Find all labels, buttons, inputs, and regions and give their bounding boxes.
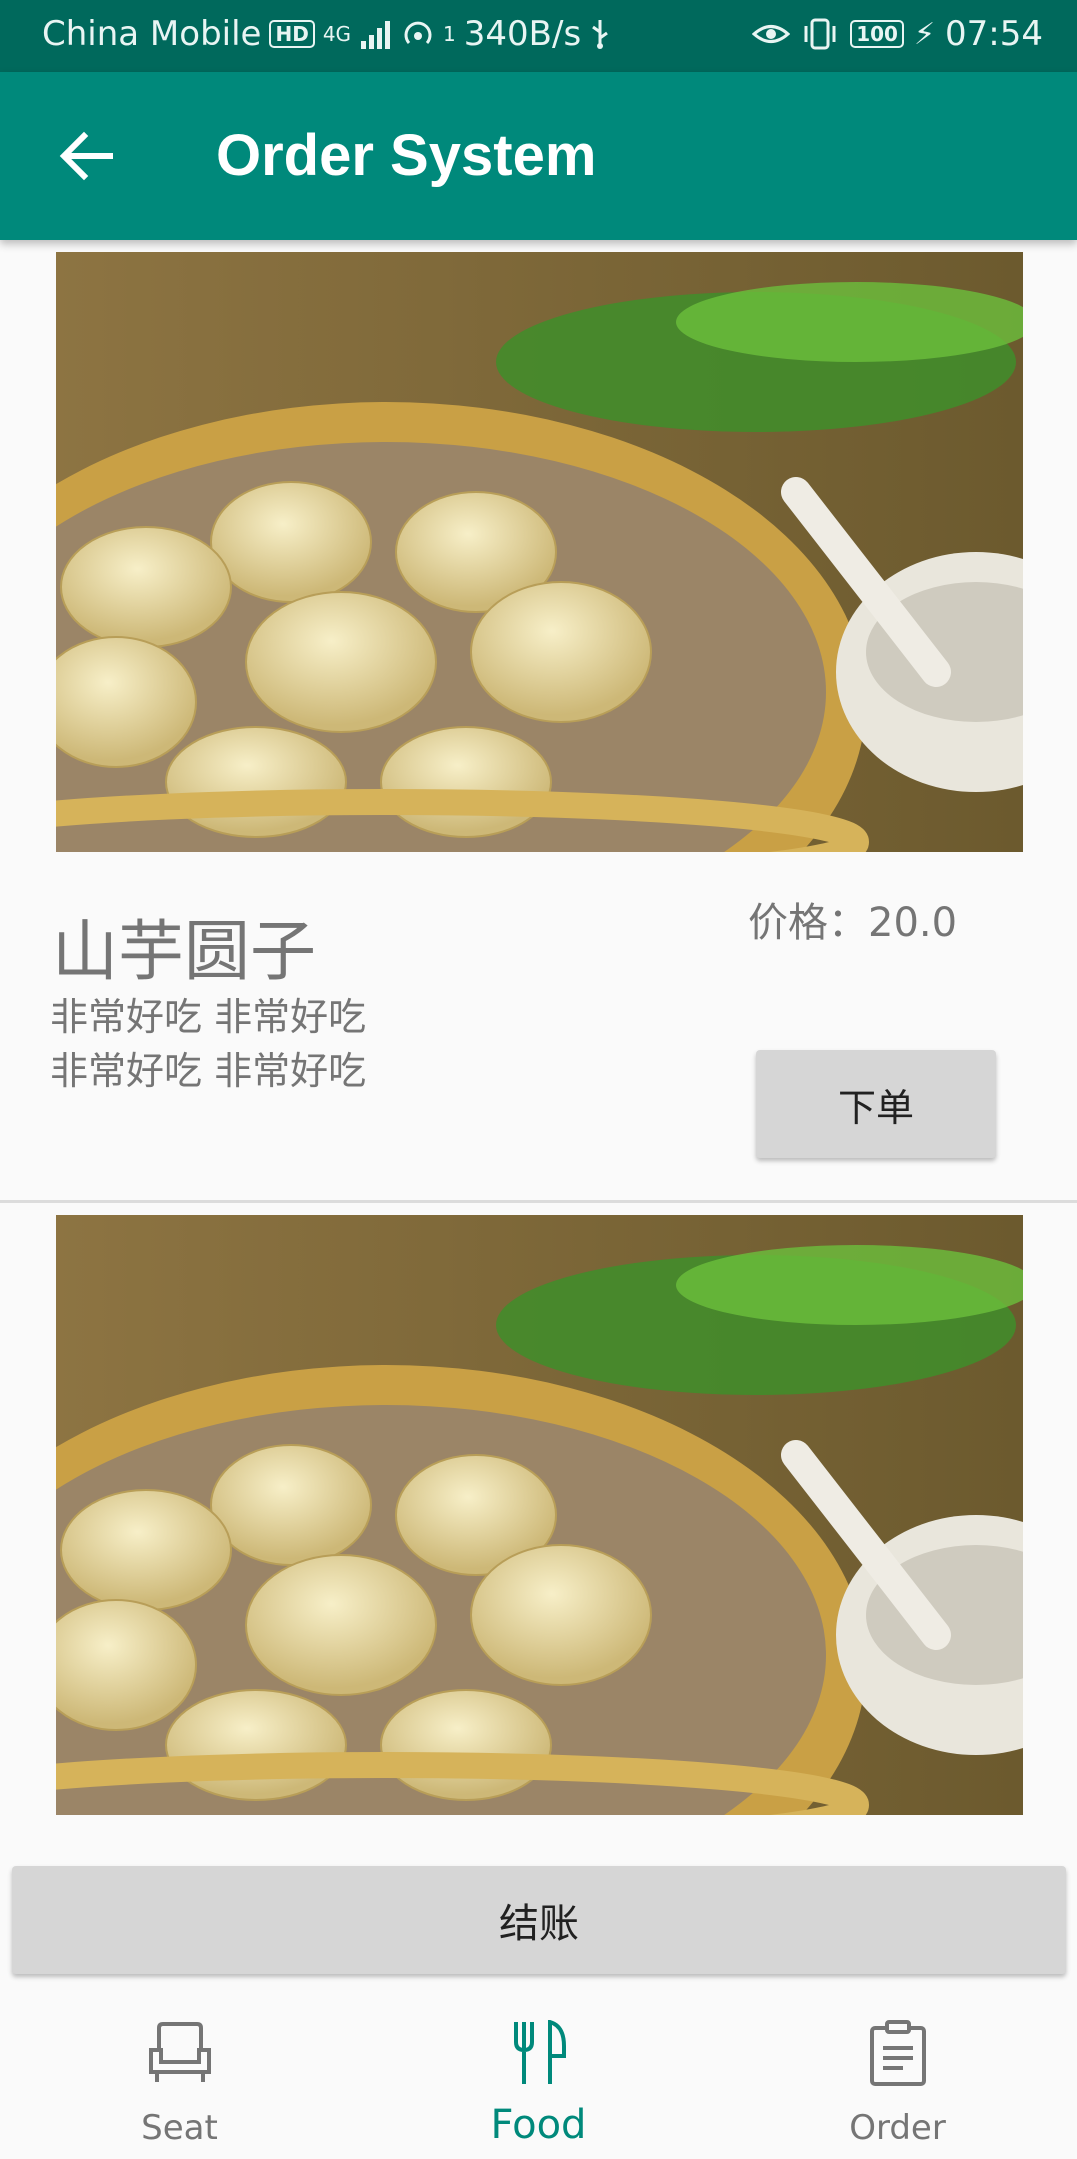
food-price: 价格：20.0 <box>748 900 958 946</box>
vibrate-icon <box>804 18 836 50</box>
hd-badge: HD <box>269 20 315 48</box>
network-type: 4G <box>322 22 352 46</box>
nav-item-food[interactable]: Food <box>359 1990 718 2159</box>
status-right: 100 ⚡ 07:54 <box>752 14 1043 54</box>
back-button[interactable] <box>46 116 126 196</box>
food-name: 山芋圆子 <box>52 913 316 990</box>
clipboard-icon <box>869 2020 926 2086</box>
hotspot-icon <box>404 21 432 44</box>
network-speed: 340B/s <box>463 14 582 54</box>
signal-icon <box>361 21 391 49</box>
nav-label-order: Order <box>849 2108 946 2148</box>
app-screen: China Mobile HD 4G 1 340B/s 100 ⚡ 07:54 … <box>0 0 1077 2159</box>
page-title: Order System <box>216 123 597 188</box>
app-bar: Order System <box>0 72 1077 240</box>
checkout-button[interactable]: 结账 <box>12 1866 1066 1974</box>
food-description: 非常好吃 非常好吃 非常好吃 非常好吃 <box>50 990 570 1098</box>
nav-item-order[interactable]: Order <box>718 1990 1077 2159</box>
carrier-name: China Mobile <box>42 14 262 54</box>
nav-item-seat[interactable]: Seat <box>0 1990 359 2159</box>
arrow-left-icon <box>59 131 113 181</box>
clock: 07:54 <box>945 14 1043 54</box>
divider <box>0 1200 1077 1203</box>
food-description-line: 非常好吃 非常好吃 <box>50 1049 367 1093</box>
order-button[interactable]: 下单 <box>756 1050 996 1158</box>
status-bar: China Mobile HD 4G 1 340B/s 100 ⚡ 07:54 <box>0 0 1077 72</box>
nav-label-food: Food <box>490 2102 587 2148</box>
eye-comfort-icon <box>752 25 791 43</box>
nav-label-seat: Seat <box>141 2108 218 2148</box>
food-description-line: 非常好吃 非常好吃 <box>50 995 367 1039</box>
food-image <box>56 1215 1023 1815</box>
battery-icon: 100 <box>850 20 904 48</box>
status-left: China Mobile HD 4G 1 340B/s <box>42 14 611 54</box>
food-image <box>56 252 1023 852</box>
bottom-navigation: Seat Food Order <box>0 1990 1077 2159</box>
hotspot-count: 1 <box>443 22 456 46</box>
usb-icon <box>592 20 609 49</box>
charging-icon: ⚡ <box>913 16 936 52</box>
fork-knife-icon <box>513 2020 566 2084</box>
armchair-icon <box>148 2022 211 2082</box>
